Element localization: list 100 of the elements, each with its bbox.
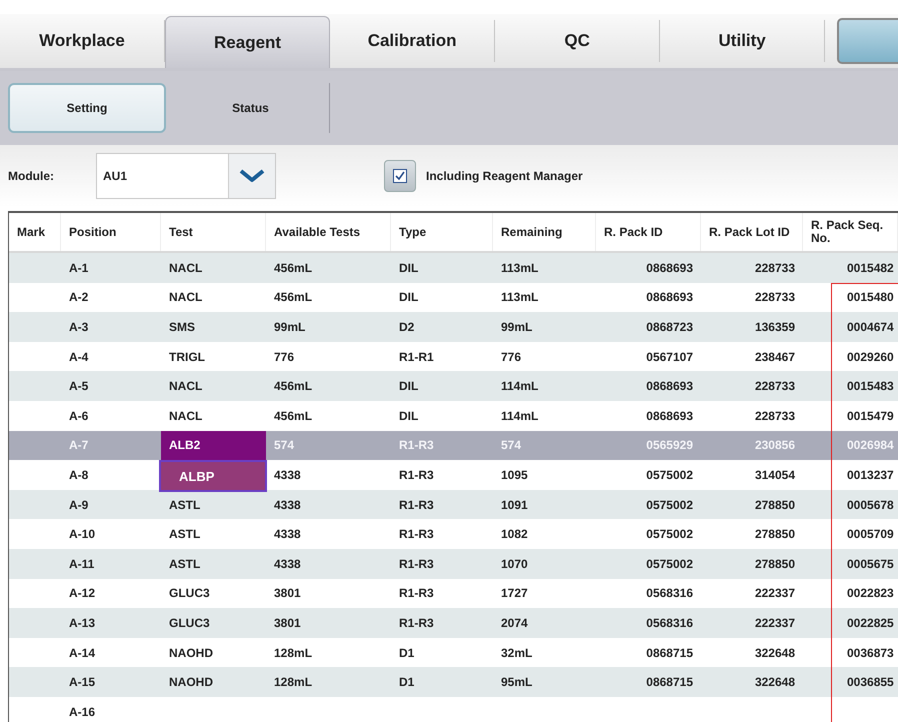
table-cell: R1-R3 [399,498,434,512]
table-cell: 113mL [501,260,538,275]
table-cell: ALB2 [169,438,200,452]
table-cell: SMS [169,320,196,334]
table-cell: 0575002 [646,468,693,482]
table-cell: 228733 [754,379,795,394]
dropdown-option[interactable]: ALBP [159,460,267,492]
table-cell: R1-R3 [399,616,434,630]
table-cell: 0013237 [847,468,894,482]
column-header: Mark [9,213,61,251]
table-cell: 0004674 [847,320,894,334]
table-cell: A-16 [69,704,96,719]
table-cell: A-9 [69,498,88,512]
table-cell: NAOHD [169,675,213,690]
table-cell: 0026984 [847,438,894,452]
table-cell: 4338 [274,527,301,542]
table-cell: TRIGL [169,350,205,364]
table-cell: 4338 [274,498,301,512]
table-cell: 222337 [754,586,795,600]
table-cell: A-13 [69,616,96,630]
table-cell: 0565929 [646,438,693,452]
table-cell: 32mL [501,646,532,660]
sub-tab[interactable]: Status [172,83,330,133]
table-cell: 0005678 [847,498,894,512]
table-cell: 1091 [501,498,528,512]
table-cell: 128mL [274,675,312,690]
table-cell: 228733 [754,408,795,423]
table-cell: DIL [399,260,418,275]
table-cell: 114mL [501,408,538,423]
table-cell: 0015479 [847,408,894,423]
table-cell: A-14 [69,646,96,660]
checkbox[interactable] [384,160,416,192]
main-tab[interactable]: Calibration [330,20,496,62]
table-cell: A-15 [69,675,96,690]
table-cell: D2 [399,320,414,334]
main-tab[interactable]: Reagent [165,16,330,68]
table-cell: 99mL [501,320,532,334]
table-cell: 776 [274,350,294,364]
column-header: R. Pack Lot ID [701,213,803,251]
table-cell: R1-R3 [399,438,434,452]
table-cell: 776 [501,350,522,364]
column-header: Position [61,213,161,251]
main-tab[interactable]: QC [495,20,660,62]
table-cell: D1 [399,675,414,690]
module-dropdown[interactable]: AU1 [96,153,276,199]
table-cell: 2074 [501,616,528,630]
table-cell: 0868693 [646,260,693,275]
column-header: R. Pack ID [596,213,701,251]
table-cell: 1070 [501,556,528,571]
table-cell: NACL [169,379,202,394]
table-cell: ASTL [169,527,200,542]
table-cell: 278850 [754,556,795,571]
table-cell: R1-R1 [399,350,434,364]
table-cell: NACL [169,408,202,423]
checkbox-label: Including Reagent Manager [426,169,583,183]
table-cell: 230856 [754,438,795,452]
table-cell: 0036855 [847,675,894,690]
table-cell: 238467 [754,350,795,364]
table-cell: 456mL [274,290,312,304]
table-cell: 0005675 [847,556,894,571]
sub-tab[interactable]: Setting [8,83,166,133]
table-cell: A-8 [69,468,88,482]
table-cell: R1-R3 [399,468,434,482]
table-cell: 95mL [501,675,532,690]
table-cell: 228733 [754,260,795,275]
table-cell: 3801 [274,616,301,630]
selected-row[interactable]: A-7 ALB2 574 R1-R3 574 0565929 230856 0026984 [9,430,898,460]
table-cell: R1-R3 [399,586,434,600]
column-header: Type [391,213,493,251]
checkmark-icon [393,169,407,183]
table-cell: 0022823 [847,586,894,600]
table-cell: A-12 [69,586,96,600]
table-cell: 0567107 [646,350,693,364]
table-cell: 128mL [274,646,312,660]
table-cell: 322648 [754,675,795,690]
table-cell: DIL [399,290,418,304]
main-tab[interactable]: Utility [660,20,826,62]
table-cell: R1-R3 [399,556,434,571]
table-cell: 4338 [274,556,301,571]
table-cell: 574 [274,438,294,452]
table-cell: 0029260 [847,350,894,364]
table-cell: 0568316 [646,586,693,600]
table-cell: A-1 [69,260,88,275]
table-cell: DIL [399,408,418,423]
table-cell: 0005709 [847,527,894,542]
table-cell: 228733 [754,290,795,304]
table-cell: A-11 [69,556,94,571]
column-header: Available Tests [266,213,391,251]
table-cell: 114mL [501,379,538,394]
table-cell: 0022825 [847,616,894,630]
table-cell: 3801 [274,586,301,600]
column-header: R. Pack Seq. No. [803,213,898,251]
table-cell: A-5 [69,379,88,394]
table-cell: 0015482 [847,260,894,275]
table-cell: A-6 [69,408,88,423]
table-cell: 4338 [274,468,301,482]
table-cell: 0868715 [646,646,693,660]
table-cell: A-3 [69,320,88,334]
table-cell: 314054 [754,468,795,482]
table-cell: 0036873 [847,646,894,660]
